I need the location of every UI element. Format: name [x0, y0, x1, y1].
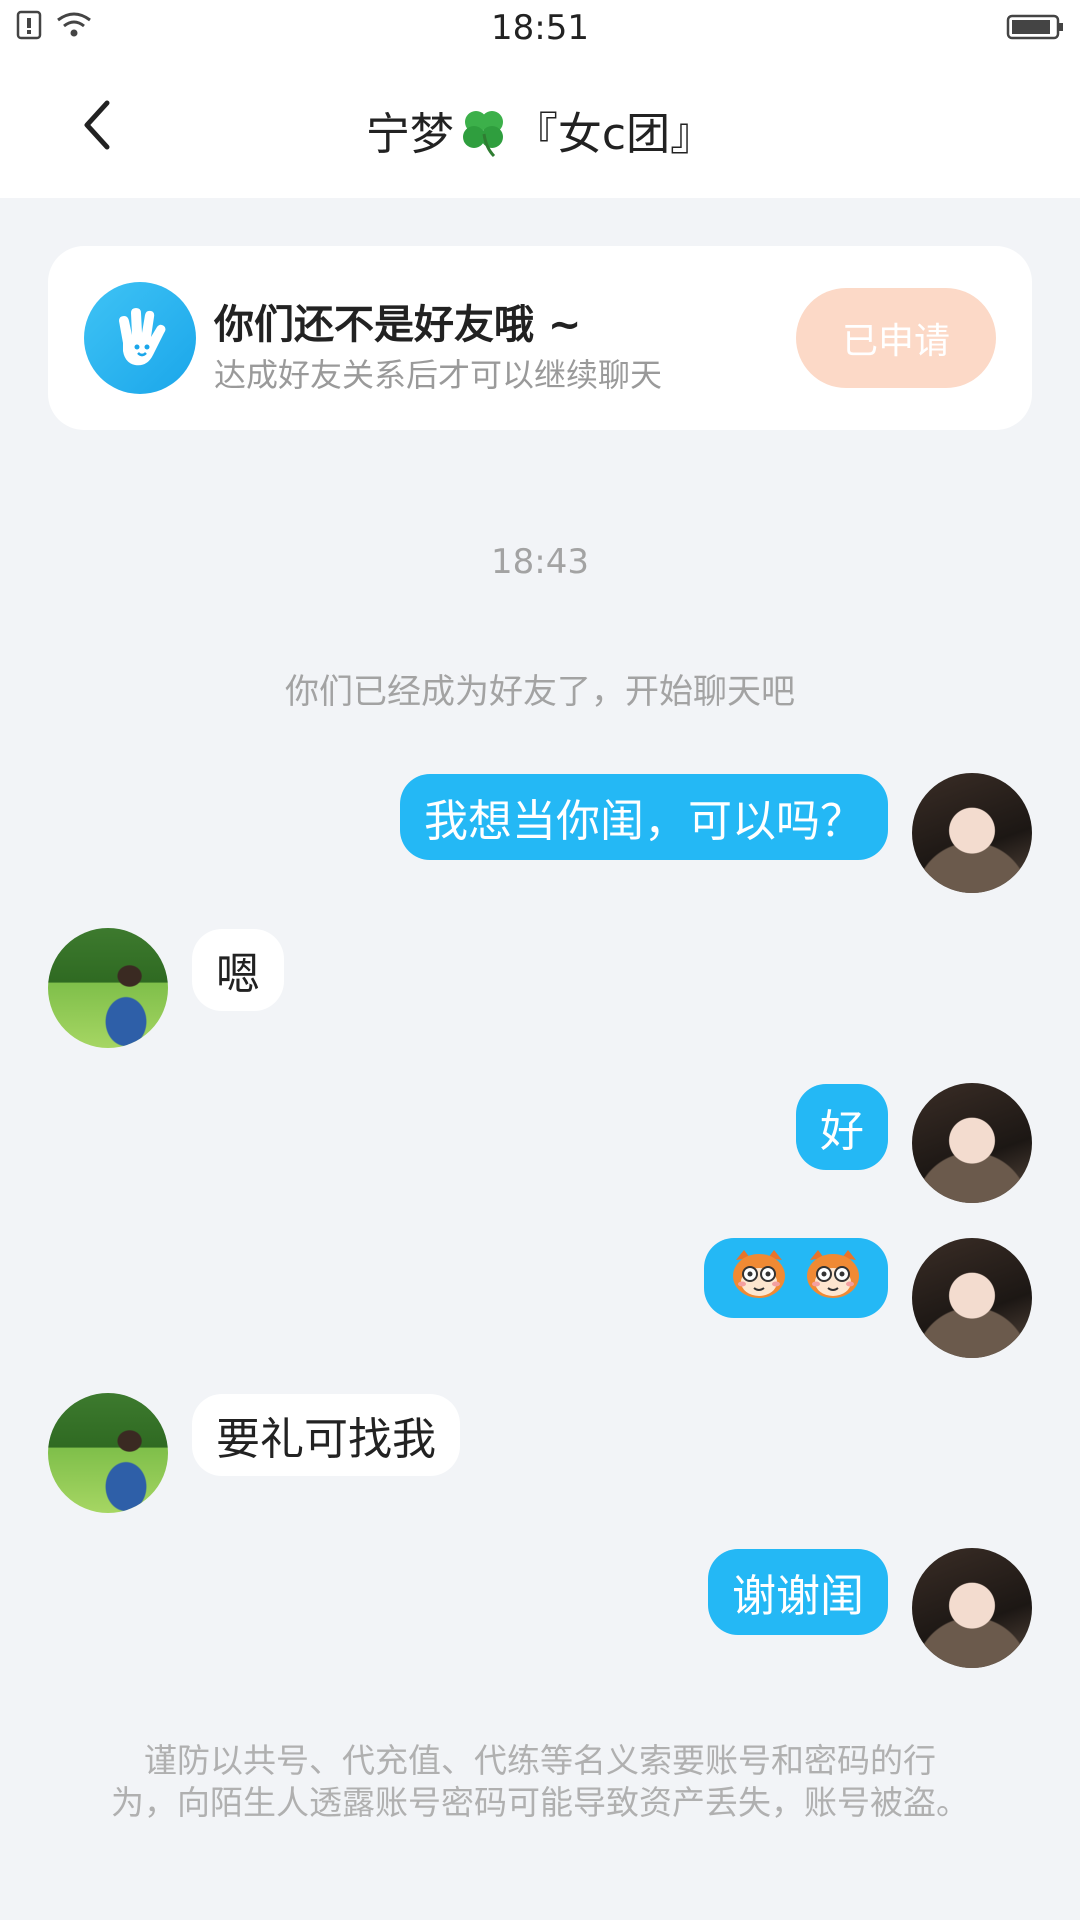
safety-notice: 谨防以共号、代充值、代练等名义索要账号和密码的行 为，向陌生人透露账号密码可能导…	[60, 1740, 1020, 1824]
battery-icon	[1006, 12, 1066, 46]
monkey-face-emoji-icon	[802, 1246, 864, 1311]
message-bubble-peer[interactable]: 嗯	[192, 929, 284, 1011]
message-bubble-self[interactable]: 好	[796, 1084, 888, 1170]
friend-card-title: 你们还不是好友哦 ~	[214, 302, 582, 348]
message-text: 好	[820, 1106, 864, 1157]
message-text: 谢谢闺	[732, 1571, 864, 1622]
peer-avatar[interactable]	[48, 1393, 168, 1513]
nav-bar: 宁梦 『女c团』	[0, 62, 1080, 198]
message-bubble-self[interactable]: 我想当你闺，可以吗？	[400, 774, 888, 860]
message-bubble-self[interactable]: 谢谢闺	[708, 1549, 888, 1635]
self-avatar[interactable]	[912, 1548, 1032, 1668]
message-bubble-peer[interactable]: 要礼可找我	[192, 1394, 460, 1476]
message-text: 嗯	[216, 949, 260, 1000]
self-avatar[interactable]	[912, 773, 1032, 893]
clover-emoji-icon	[456, 104, 512, 171]
message-text: 要礼可找我	[216, 1414, 436, 1465]
chat-title-group: 『女c团』	[513, 109, 715, 160]
wave-hand-icon	[84, 282, 196, 394]
friend-request-card: 你们还不是好友哦 ~ 达成好友关系后才可以继续聊天 已申请	[48, 246, 1032, 430]
chat-title-name: 宁梦	[365, 109, 454, 160]
friend-card-subtitle: 达成好友关系后才可以继续聊天	[214, 356, 663, 394]
peer-avatar[interactable]	[48, 928, 168, 1048]
safety-notice-line2: 为，向陌生人透露账号密码可能导致资产丢失，账号被盗。	[111, 1783, 969, 1822]
status-bar: 18:51	[0, 0, 1080, 62]
monkey-face-emoji-icon	[728, 1246, 790, 1311]
safety-notice-line1: 谨防以共号、代充值、代练等名义索要账号和密码的行	[144, 1741, 936, 1780]
applied-button[interactable]: 已申请	[796, 288, 996, 388]
system-message: 你们已经成为好友了，开始聊天吧	[285, 672, 795, 712]
message-text: 我想当你闺，可以吗？	[424, 796, 864, 847]
self-avatar[interactable]	[912, 1238, 1032, 1358]
status-time: 18:51	[491, 8, 589, 48]
self-avatar[interactable]	[912, 1083, 1032, 1203]
chat-title: 宁梦 『女c团』	[0, 98, 1080, 171]
message-bubble-self-emoji[interactable]	[704, 1238, 888, 1318]
chat-timestamp: 18:43	[491, 542, 589, 582]
